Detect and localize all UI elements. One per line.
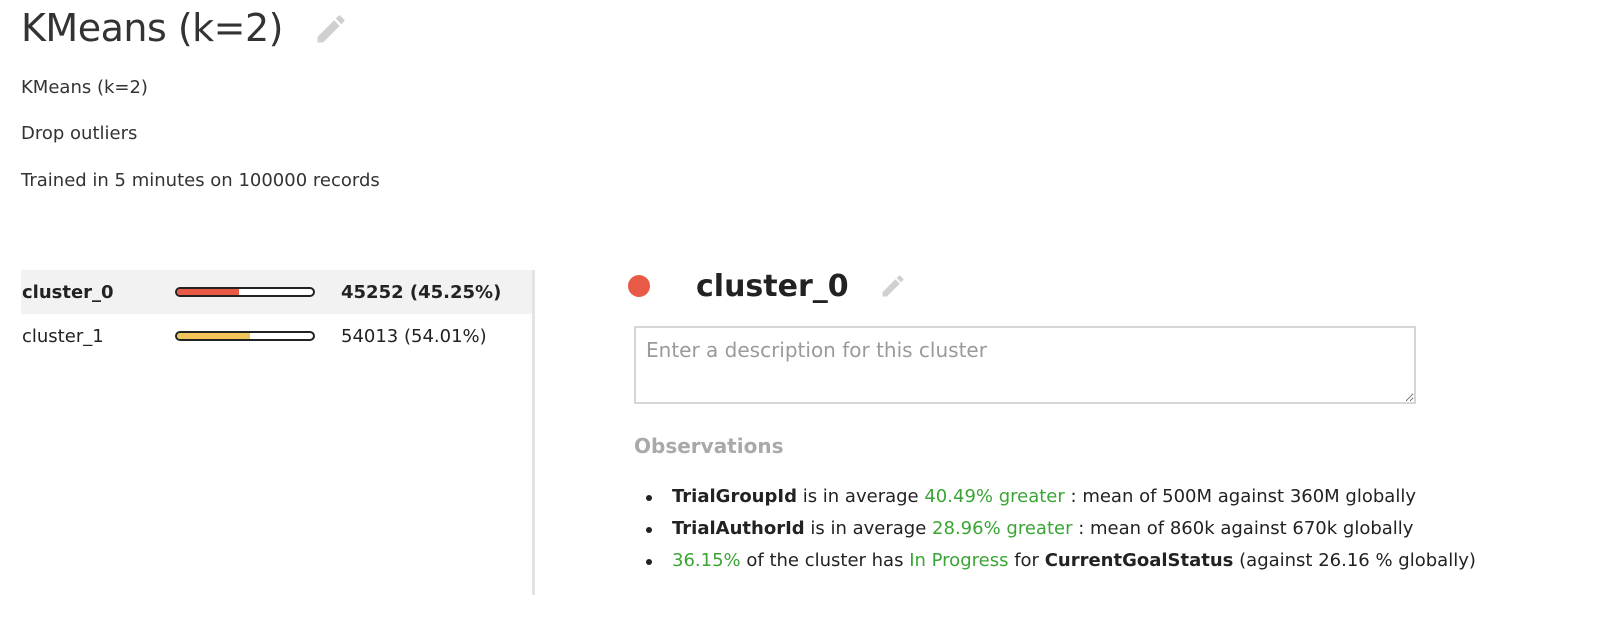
model-subtitle: KMeans (k=2) bbox=[21, 77, 148, 98]
observation-highlight: In Progress bbox=[909, 550, 1009, 571]
cluster-size-bar-fill bbox=[177, 333, 251, 339]
cluster-detail: cluster_0 bbox=[622, 262, 1422, 310]
observations-list: TrialGroupId is in average 40.49% greate… bbox=[634, 481, 1476, 577]
cluster-count: 54013 (54.01%) bbox=[341, 325, 487, 347]
feature-name: TrialGroupId bbox=[672, 486, 797, 507]
cluster-count: 45252 (45.25%) bbox=[341, 281, 502, 303]
observation-text: for bbox=[1014, 550, 1039, 571]
cluster-name: cluster_1 bbox=[22, 325, 104, 347]
title-row: KMeans (k=2) bbox=[21, 6, 349, 50]
cluster-description-input[interactable] bbox=[634, 326, 1416, 404]
observation-text: of the cluster has bbox=[746, 550, 904, 571]
training-info: Trained in 5 minutes on 100000 records bbox=[21, 170, 380, 191]
pencil-icon[interactable] bbox=[879, 272, 907, 300]
observation-item: TrialAuthorId is in average 28.96% great… bbox=[634, 513, 1476, 545]
observation-highlight: 40.49% greater bbox=[924, 486, 1065, 507]
observation-text: : mean of 500M against 360M globally bbox=[1070, 486, 1416, 507]
page-title: KMeans (k=2) bbox=[21, 6, 284, 50]
cluster-name: cluster_0 bbox=[22, 281, 114, 303]
observation-item: 36.15% of the cluster has In Progress fo… bbox=[634, 545, 1476, 577]
observation-text: : mean of 860k against 670k globally bbox=[1078, 518, 1414, 539]
cluster-title: cluster_0 bbox=[696, 268, 849, 304]
observation-highlight: 36.15% bbox=[672, 550, 741, 571]
observation-text: is in average bbox=[810, 518, 927, 539]
observation-text: (against 26.16 % globally) bbox=[1239, 550, 1476, 571]
observation-highlight: 28.96% greater bbox=[932, 518, 1073, 539]
panel-divider bbox=[532, 270, 535, 595]
cluster-size-bar-fill bbox=[177, 289, 239, 295]
feature-name: TrialAuthorId bbox=[672, 518, 805, 539]
cluster-color-dot bbox=[628, 275, 650, 297]
pencil-icon[interactable] bbox=[313, 11, 349, 47]
preprocessing-info: Drop outliers bbox=[21, 123, 138, 144]
observation-item: TrialGroupId is in average 40.49% greate… bbox=[634, 481, 1476, 513]
cluster-row-0[interactable]: cluster_0 45252 (45.25%) bbox=[21, 270, 533, 314]
observation-text: is in average bbox=[802, 486, 919, 507]
cluster-detail-header: cluster_0 bbox=[622, 262, 1422, 310]
cluster-size-bar bbox=[175, 287, 315, 297]
observations-title: Observations bbox=[634, 434, 784, 458]
cluster-row-1[interactable]: cluster_1 54013 (54.01%) bbox=[21, 314, 533, 358]
feature-name: CurrentGoalStatus bbox=[1044, 550, 1234, 571]
cluster-list: cluster_0 45252 (45.25%) cluster_1 54013… bbox=[21, 270, 533, 358]
cluster-size-bar bbox=[175, 331, 315, 341]
